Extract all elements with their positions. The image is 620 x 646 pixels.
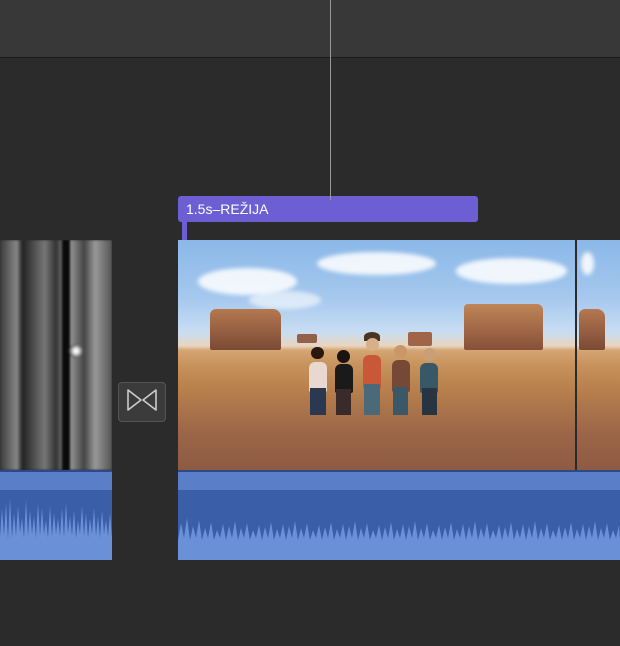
audio-waveform xyxy=(178,488,620,560)
transition[interactable] xyxy=(118,382,166,422)
video-clip[interactable] xyxy=(0,240,112,470)
clip-thumbnail xyxy=(577,240,620,470)
title-clip-separator: – xyxy=(212,201,220,217)
title-clip-duration: 1.5s xyxy=(186,201,212,217)
timeline[interactable]: 1.5s – REŽIJA xyxy=(0,120,620,646)
annotation-callout-line xyxy=(330,0,331,200)
crossfade-icon xyxy=(127,388,157,417)
audio-waveform xyxy=(0,488,112,560)
clip-thumbnail xyxy=(178,240,575,470)
title-clip-connector xyxy=(182,222,187,240)
title-clip-name: REŽIJA xyxy=(220,201,268,217)
title-clip[interactable]: 1.5s – REŽIJA xyxy=(178,196,478,222)
clip-thumbnail xyxy=(0,240,112,470)
video-clip[interactable] xyxy=(178,240,575,470)
video-clip[interactable] xyxy=(577,240,620,470)
audio-clip[interactable] xyxy=(0,470,112,560)
timeline-header-bar xyxy=(0,0,620,58)
audio-clip[interactable] xyxy=(178,470,620,560)
